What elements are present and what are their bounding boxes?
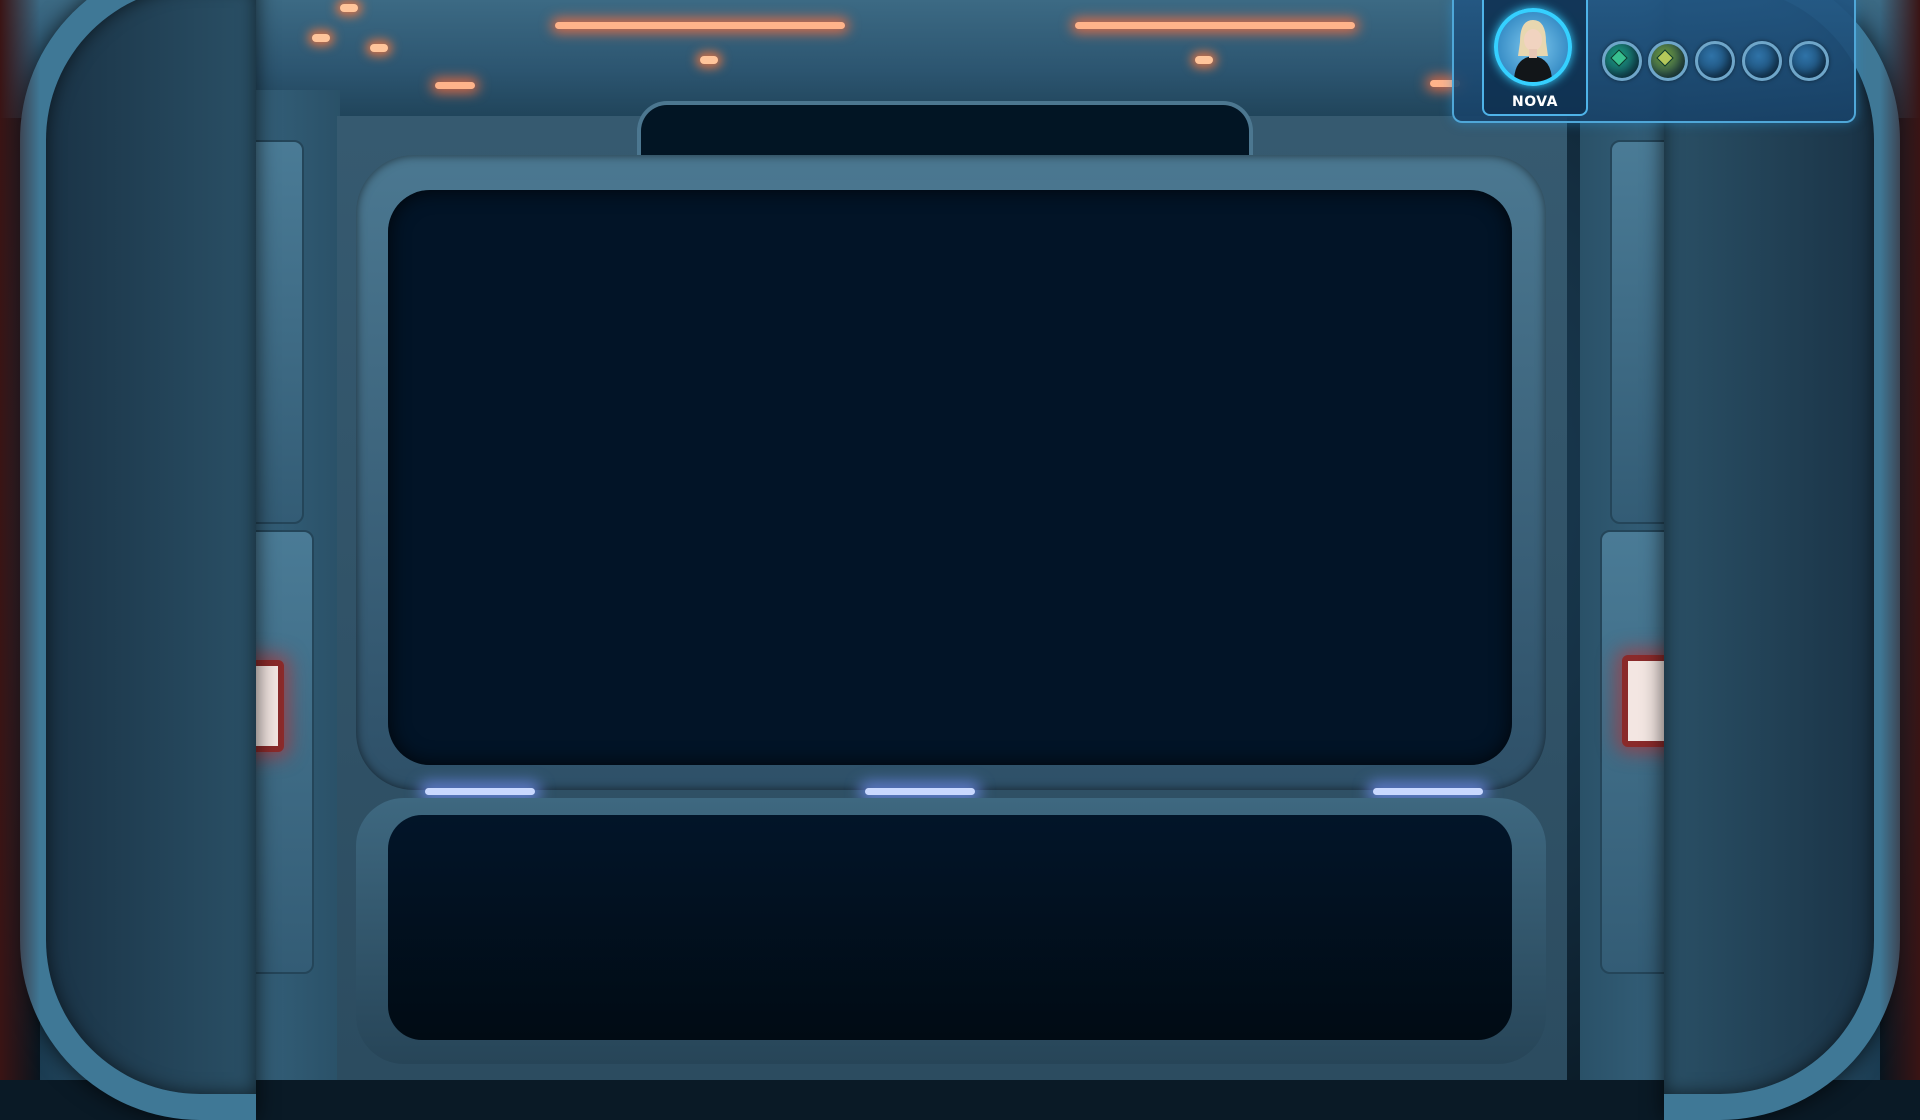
empty-orb-3-icon[interactable] — [1789, 41, 1829, 81]
right-edge-glow — [1880, 0, 1920, 1080]
ceiling-light-strip — [1075, 22, 1355, 29]
ceiling-lamp — [435, 82, 475, 89]
ceiling-lamp — [700, 56, 718, 64]
ceiling-lamp — [370, 44, 388, 52]
yellow-gem-orb-icon[interactable] — [1648, 41, 1688, 81]
left-edge-glow — [0, 0, 40, 1080]
ceiling-lamp — [1195, 56, 1213, 64]
empty-orb-1-icon[interactable] — [1695, 41, 1735, 81]
green-gem-orb-icon[interactable] — [1602, 41, 1642, 81]
title-slot — [637, 101, 1253, 155]
dialog-box[interactable] — [388, 815, 1512, 1040]
empty-orb-2-icon[interactable] — [1742, 41, 1782, 81]
character-name: NOVA — [1512, 94, 1558, 110]
character-avatar[interactable] — [1494, 8, 1572, 86]
left-arch — [20, 0, 256, 1120]
hud-panel: NOVA — [1452, 0, 1856, 123]
bezel-glow-light — [425, 788, 535, 795]
right-arch — [1664, 0, 1900, 1120]
ceiling-lamp — [312, 34, 330, 42]
bezel-glow-light — [1373, 788, 1483, 795]
character-card[interactable]: NOVA — [1482, 0, 1588, 116]
character-portrait-icon — [1514, 20, 1552, 82]
ceiling-light-strip — [555, 22, 845, 29]
ceiling-lamp — [340, 4, 358, 12]
bezel-glow-light — [865, 788, 975, 795]
main-viewport[interactable] — [388, 190, 1512, 765]
